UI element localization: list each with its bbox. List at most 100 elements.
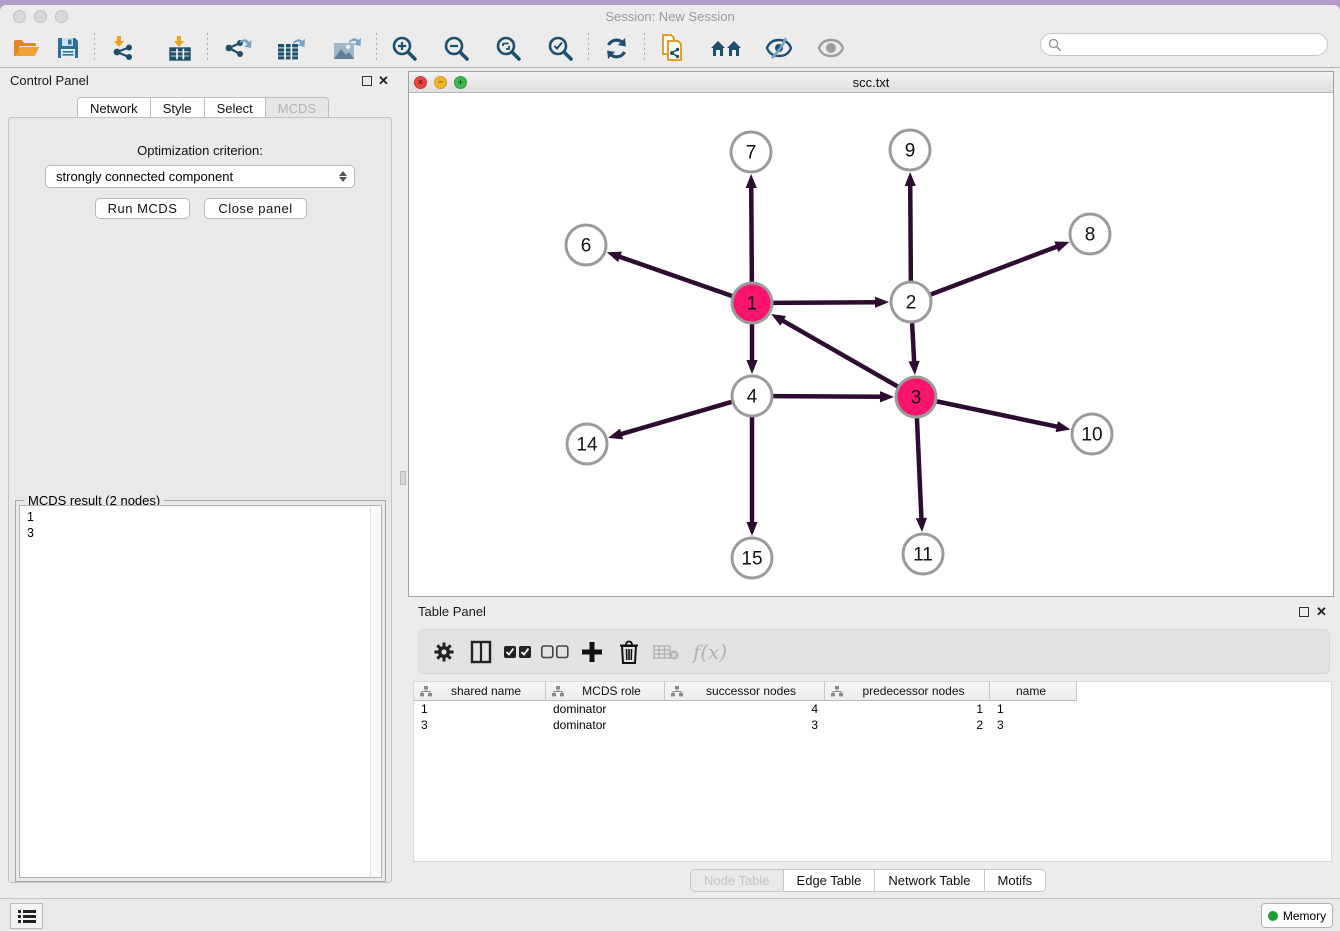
mcds-result-list[interactable]: 1 3 <box>19 505 382 878</box>
network-view-window: × − + scc.txt 7 9 6 8 1 2 4 3 14 10 15 11 <box>408 71 1334 597</box>
network-window-titlebar[interactable]: × − + scc.txt <box>409 72 1333 93</box>
edge-arrowhead <box>1056 421 1071 432</box>
tab-select[interactable]: Select <box>204 97 265 118</box>
graph-node-15[interactable]: 15 <box>732 538 772 578</box>
memory-status-icon <box>1268 911 1278 921</box>
graph-edge-4-3[interactable] <box>772 396 883 397</box>
cell-shared-name[interactable]: 3 <box>414 718 546 732</box>
edge-arrowhead <box>916 518 927 532</box>
import-table-button[interactable] <box>159 32 201 64</box>
criterion-select[interactable]: strongly connected component <box>45 165 355 188</box>
table-row[interactable]: 3dominator323 <box>414 717 1331 733</box>
network-canvas[interactable]: 7 9 6 8 1 2 4 3 14 10 15 11 <box>409 93 1333 596</box>
control-panel-title: Control Panel <box>10 73 89 88</box>
tab-style[interactable]: Style <box>150 97 204 118</box>
export-table-button[interactable] <box>268 32 314 64</box>
show-columns-button[interactable] <box>466 636 496 668</box>
column-header-predecessor-nodes[interactable]: predecessor nodes <box>825 682 990 701</box>
save-session-button[interactable] <box>48 32 88 64</box>
zoom-fit-button[interactable] <box>487 32 530 64</box>
column-header-shared-name[interactable]: shared name <box>414 682 546 701</box>
graph-node-1[interactable]: 1 <box>732 283 772 323</box>
apply-layout-button[interactable] <box>595 32 638 64</box>
result-scrollbar[interactable] <box>370 506 381 877</box>
cell-name[interactable]: 1 <box>990 702 1077 716</box>
graph-edge-1-7[interactable] <box>751 185 752 283</box>
cell-predecessor-nodes[interactable]: 2 <box>825 718 990 732</box>
column-header-successor-nodes[interactable]: successor nodes <box>665 682 825 701</box>
graph-node-10[interactable]: 10 <box>1072 414 1112 454</box>
graph-edge-2-3[interactable] <box>912 322 914 364</box>
graph-edge-1-6[interactable] <box>617 256 733 297</box>
export-network-icon <box>222 35 252 61</box>
close-panel-button[interactable]: Close panel <box>204 198 307 219</box>
first-neighbors-button[interactable] <box>701 32 751 64</box>
cell-successor-nodes[interactable]: 4 <box>665 702 825 716</box>
column-header-MCDS-role[interactable]: MCDS role <box>546 682 665 701</box>
task-history-button[interactable] <box>10 903 43 929</box>
cell-shared-name[interactable]: 1 <box>414 702 546 716</box>
toolbar-separator <box>94 33 95 63</box>
open-session-button[interactable] <box>4 32 48 64</box>
table-panel-close-button[interactable]: ✕ <box>1316 604 1327 620</box>
show-all-button[interactable] <box>809 32 853 64</box>
deselect-all-checkboxes-button[interactable] <box>540 636 570 668</box>
tab-edge-table[interactable]: Edge Table <box>783 869 875 892</box>
hide-selected-button[interactable] <box>757 32 801 64</box>
tab-motifs[interactable]: Motifs <box>984 869 1047 892</box>
zoom-selected-button[interactable] <box>539 32 582 64</box>
export-network-button[interactable] <box>214 32 260 64</box>
graph-edge-3-1[interactable] <box>781 319 899 387</box>
export-image-button[interactable] <box>324 32 370 64</box>
splitter-grip[interactable] <box>400 471 406 485</box>
tab-network[interactable]: Network <box>77 97 150 118</box>
node-label: 15 <box>741 549 762 570</box>
table-panel-float-button[interactable] <box>1299 607 1309 617</box>
search-icon <box>1048 38 1062 52</box>
table-row[interactable]: 1dominator411 <box>414 701 1331 717</box>
run-mcds-button[interactable]: Run MCDS <box>95 198 190 219</box>
graph-node-8[interactable]: 8 <box>1070 214 1110 254</box>
new-network-from-selection-button[interactable] <box>651 32 695 64</box>
cell-MCDS-role[interactable]: dominator <box>546 718 665 732</box>
cell-predecessor-nodes[interactable]: 1 <box>825 702 990 716</box>
graph-node-4[interactable]: 4 <box>732 376 772 416</box>
search-input[interactable] <box>1062 38 1327 52</box>
search-field[interactable] <box>1040 33 1328 56</box>
create-column-button[interactable] <box>577 636 607 668</box>
column-header-name[interactable]: name <box>990 682 1077 701</box>
import-network-button[interactable] <box>101 32 145 64</box>
control-panel-close-button[interactable]: ✕ <box>378 73 389 89</box>
graph-edge-3-11[interactable] <box>917 417 922 521</box>
delete-column-button[interactable] <box>614 636 644 668</box>
tab-mcds[interactable]: MCDS <box>265 97 329 118</box>
graph-node-6[interactable]: 6 <box>566 225 606 265</box>
select-all-checkboxes-button[interactable] <box>503 636 533 668</box>
graph-node-14[interactable]: 14 <box>567 424 607 464</box>
tab-network-table[interactable]: Network Table <box>874 869 983 892</box>
tab-node-table[interactable]: Node Table <box>690 869 783 892</box>
control-panel-float-button[interactable] <box>362 76 372 86</box>
zoom-fit-icon <box>495 35 522 62</box>
graph-edge-1-2[interactable] <box>772 302 878 303</box>
graph-node-7[interactable]: 7 <box>731 132 771 172</box>
table-settings-button[interactable] <box>429 636 459 668</box>
cell-successor-nodes[interactable]: 3 <box>665 718 825 732</box>
node-table: shared nameMCDS rolesuccessor nodesprede… <box>413 681 1332 862</box>
memory-button[interactable]: Memory <box>1261 903 1333 928</box>
graph-node-9[interactable]: 9 <box>890 130 930 170</box>
cell-MCDS-role[interactable]: dominator <box>546 702 665 716</box>
zoom-in-button[interactable] <box>383 32 426 64</box>
graph-node-11[interactable]: 11 <box>903 534 943 574</box>
cell-name[interactable]: 3 <box>990 718 1077 732</box>
edge-arrowhead <box>905 172 916 186</box>
graph-edge-2-8[interactable] <box>930 246 1059 295</box>
graph-node-2[interactable]: 2 <box>891 282 931 322</box>
graph-node-3[interactable]: 3 <box>896 377 936 417</box>
graph-edge-3-10[interactable] <box>936 401 1060 427</box>
zoom-out-button[interactable] <box>435 32 478 64</box>
graph-edge-4-14[interactable] <box>619 402 733 435</box>
graph-edge-2-9[interactable] <box>910 183 911 282</box>
vertical-splitter[interactable] <box>399 68 407 898</box>
toolbar-separator <box>644 33 645 63</box>
